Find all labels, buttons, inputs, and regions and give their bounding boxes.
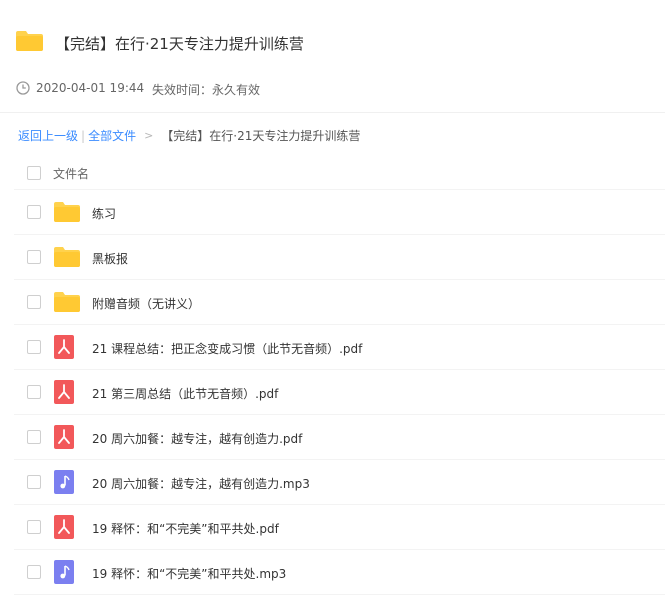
row-checkbox[interactable] bbox=[27, 250, 41, 264]
row-checkbox[interactable] bbox=[27, 430, 41, 444]
file-name[interactable]: 附赠音频（无讲义） bbox=[92, 295, 200, 312]
list-item[interactable]: 黑板报 bbox=[14, 235, 665, 280]
breadcrumb-arrow: > bbox=[144, 129, 154, 142]
all-files-link[interactable]: 全部文件 bbox=[88, 127, 136, 144]
select-all-checkbox[interactable] bbox=[27, 166, 41, 180]
back-link[interactable]: 返回上一级 bbox=[18, 127, 78, 144]
folder-icon bbox=[16, 31, 43, 51]
row-checkbox[interactable] bbox=[27, 520, 41, 534]
list-item[interactable]: 21 课程总结：把正念变成习惯（此节无音频）.pdf bbox=[14, 325, 665, 370]
clock-icon bbox=[16, 81, 30, 95]
pdf-file-icon bbox=[54, 515, 74, 543]
share-date: 2020-04-01 19:44 bbox=[36, 81, 145, 95]
pdf-file-icon bbox=[54, 335, 74, 363]
audio-file-icon bbox=[54, 470, 74, 498]
breadcrumb-current: 【完结】在行·21天专注力提升训练营 bbox=[161, 129, 361, 143]
file-name[interactable]: 20 周六加餐：越专注，越有创造力.mp3 bbox=[92, 475, 310, 492]
breadcrumb: 返回上一级 | 全部文件 > 【完结】在行·21天专注力提升训练营 bbox=[18, 127, 360, 144]
share-header: 【完结】在行·21天专注力提升训练营 bbox=[0, 0, 665, 70]
file-name[interactable]: 20 周六加餐：越专注，越有创造力.pdf bbox=[92, 430, 302, 447]
list-header: 文件名 bbox=[14, 150, 665, 190]
row-checkbox[interactable] bbox=[27, 385, 41, 399]
file-name[interactable]: 练习 bbox=[92, 205, 116, 222]
row-checkbox[interactable] bbox=[27, 205, 41, 219]
list-item[interactable]: 21 第三周总结（此节无音频）.pdf bbox=[14, 370, 665, 415]
expire-time: 失效时间：永久有效 bbox=[152, 83, 261, 97]
file-name[interactable]: 21 第三周总结（此节无音频）.pdf bbox=[92, 385, 278, 402]
list-item[interactable]: 附赠音频（无讲义） bbox=[14, 280, 665, 325]
row-checkbox[interactable] bbox=[27, 295, 41, 309]
page-title: 【完结】在行·21天专注力提升训练营 bbox=[55, 35, 304, 53]
row-checkbox[interactable] bbox=[27, 340, 41, 354]
list-item[interactable]: 19 释怀：和“不完美”和平共处.mp3 bbox=[14, 550, 665, 595]
divider bbox=[0, 112, 665, 113]
file-name[interactable]: 黑板报 bbox=[92, 250, 128, 267]
folder-icon bbox=[54, 247, 80, 271]
pdf-file-icon bbox=[54, 380, 74, 408]
filename-column-header: 文件名 bbox=[53, 167, 90, 181]
breadcrumb-separator: | bbox=[81, 128, 86, 143]
row-checkbox[interactable] bbox=[27, 475, 41, 489]
audio-file-icon bbox=[54, 560, 74, 588]
list-item[interactable]: 练习 bbox=[14, 190, 665, 235]
file-name[interactable]: 21 课程总结：把正念变成习惯（此节无音频）.pdf bbox=[92, 340, 362, 357]
pdf-file-icon bbox=[54, 425, 74, 453]
folder-icon bbox=[54, 292, 80, 316]
file-name[interactable]: 19 释怀：和“不完美”和平共处.pdf bbox=[92, 520, 279, 537]
list-item[interactable]: 20 周六加餐：越专注，越有创造力.pdf bbox=[14, 415, 665, 460]
folder-icon bbox=[54, 202, 80, 226]
list-item[interactable]: 19 释怀：和“不完美”和平共处.pdf bbox=[14, 505, 665, 550]
file-name[interactable]: 19 释怀：和“不完美”和平共处.mp3 bbox=[92, 565, 286, 582]
list-item[interactable]: 20 周六加餐：越专注，越有创造力.mp3 bbox=[14, 460, 665, 505]
row-checkbox[interactable] bbox=[27, 565, 41, 579]
